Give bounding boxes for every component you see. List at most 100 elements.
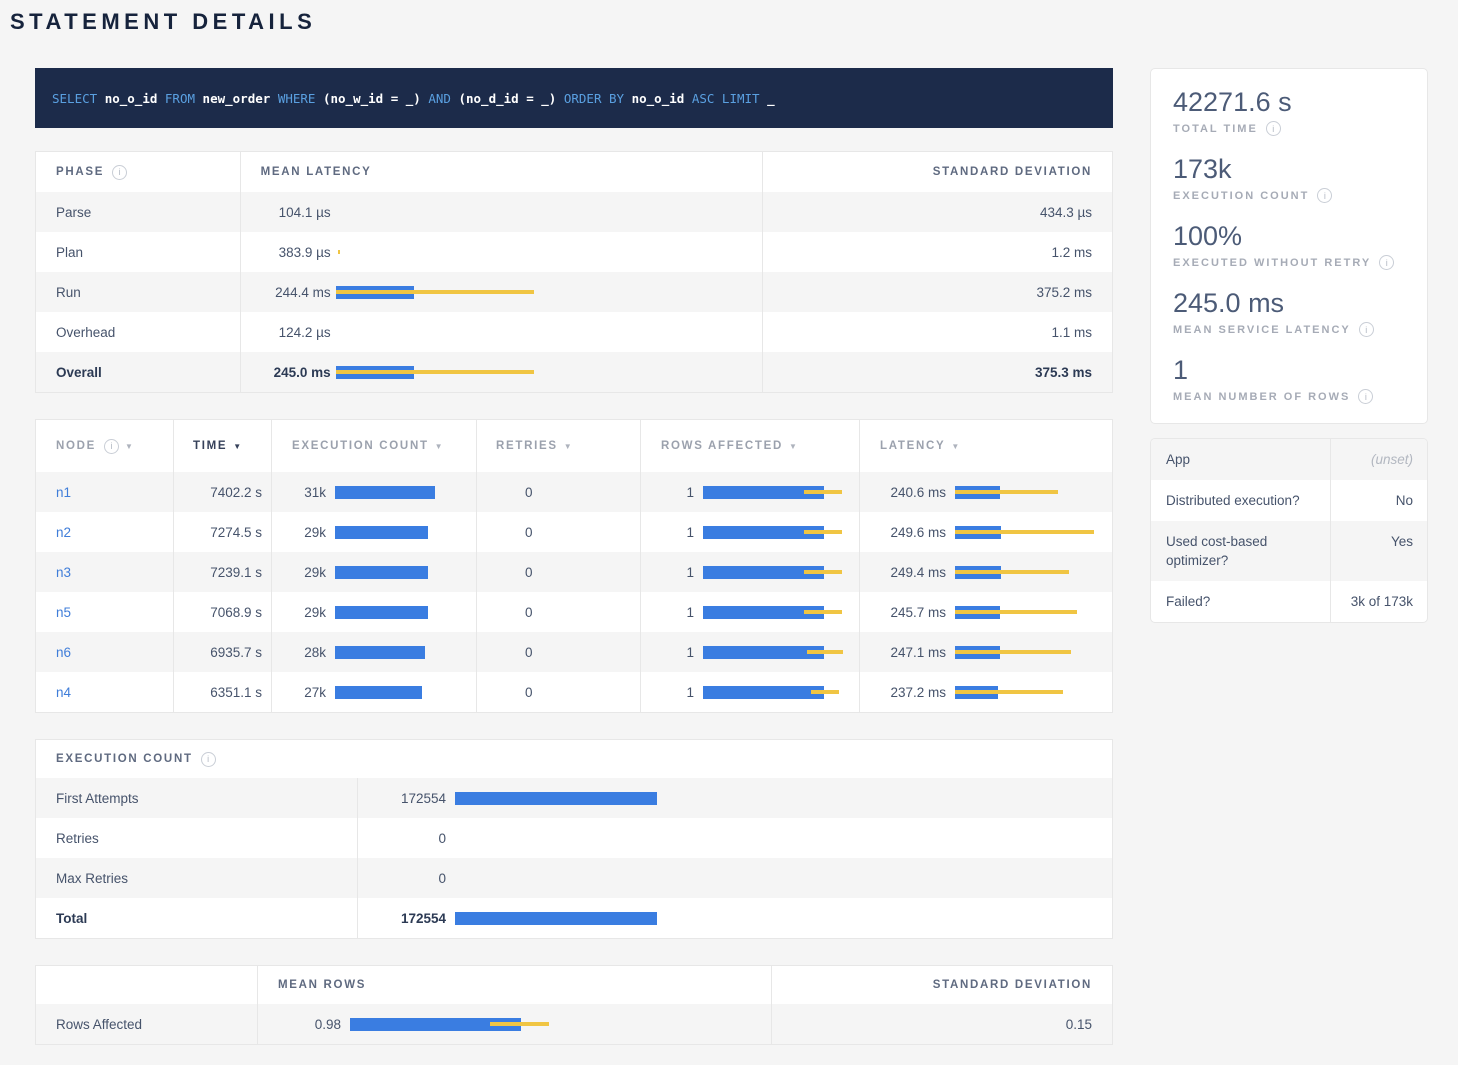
stat-value: 100% (1173, 220, 1407, 252)
stddev-bar (804, 530, 842, 534)
sql-keyword: ASC LIMIT (692, 91, 760, 106)
mean-latency-cell: 383.9 µs (241, 232, 763, 272)
execution-count-row: First Attempts 172554 (36, 778, 1112, 818)
sql-keyword: ORDER BY (564, 91, 624, 106)
retries-column-header[interactable]: RETRIES ▼ (477, 420, 641, 472)
standard-deviation-column-label: STANDARD DEVIATION (933, 166, 1092, 178)
execution-count-cell: 27k (272, 672, 477, 712)
summary-stat: 1MEAN NUMBER OF ROWSi (1173, 354, 1407, 404)
phase-name: Overall (36, 352, 241, 392)
execution-count-value: 29k (292, 525, 326, 540)
info-icon[interactable]: i (1317, 188, 1332, 203)
stat-label: EXECUTED WITHOUT RETRYi (1173, 255, 1407, 270)
stat-label-text: MEAN SERVICE LATENCY (1173, 324, 1351, 336)
sql-keyword: SELECT (52, 91, 97, 106)
execution-count-value: 29k (292, 565, 326, 580)
latency-value: 249.4 ms (880, 565, 946, 580)
row-label: First Attempts (36, 778, 358, 818)
stddev-bar (804, 490, 842, 494)
node-link[interactable]: n1 (56, 485, 71, 500)
property-value: (unset) (1331, 439, 1427, 480)
page-title: STATEMENT DETAILS (0, 0, 1458, 35)
execution-count-column-header[interactable]: EXECUTION COUNT ▼ (272, 420, 477, 472)
stddev-bar (336, 290, 534, 294)
latency-value: 247.1 ms (880, 645, 946, 660)
latency-bar-chart (703, 526, 859, 539)
sort-arrow-icon: ▼ (951, 442, 961, 451)
phase-latency-table: PHASE i MEAN LATENCY STANDARD DEVIATION … (35, 151, 1113, 393)
stddev-value: 434.3 µs (763, 192, 1112, 232)
time-column-header[interactable]: TIME ▼ (174, 420, 272, 472)
mean-bar (703, 686, 824, 699)
stat-label: MEAN SERVICE LATENCY i (1173, 322, 1407, 337)
stddev-bar (490, 1022, 549, 1026)
node-row: n27274.5 s29k01249.6 ms (36, 512, 1112, 552)
sql-keyword: AND (428, 91, 451, 106)
latency-bar-chart (335, 606, 476, 619)
execution-count-title-label: EXECUTION COUNT (56, 753, 193, 765)
node-link[interactable]: n3 (56, 565, 71, 580)
latency-bar-chart (955, 486, 1094, 499)
property-value: 3k of 173k (1331, 581, 1427, 622)
rows-affected-value: 1 (661, 525, 694, 540)
stddev-bar (338, 250, 340, 254)
latency-column-header[interactable]: LATENCY ▼ (860, 420, 1112, 472)
sort-arrow-icon: ▼ (564, 442, 574, 451)
execution-count-row: Max Retries0 (36, 858, 1112, 898)
count-cell: 0 (358, 858, 1112, 898)
property-row: Failed?3k of 173k (1151, 581, 1427, 622)
info-icon[interactable]: i (1358, 389, 1373, 404)
mean-bar (335, 606, 428, 619)
mean-rows-column-header: MEAN ROWS (258, 966, 772, 1004)
latency-bar-chart (703, 566, 859, 579)
stddev-bar (804, 610, 842, 614)
info-icon[interactable]: i (104, 439, 119, 454)
node-link[interactable]: n2 (56, 525, 71, 540)
mean-bar (335, 486, 435, 499)
node-link[interactable]: n5 (56, 605, 71, 620)
execution-count-value: 28k (292, 645, 326, 660)
mean-latency-value: 124.2 µs (261, 325, 331, 340)
property-value: No (1331, 480, 1427, 521)
latency-bar-chart (336, 286, 762, 299)
rows-affected-header-row: MEAN ROWS STANDARD DEVIATION (36, 966, 1112, 1004)
info-icon[interactable]: i (1379, 255, 1394, 270)
sql-identifier: no_o_id (632, 91, 685, 106)
latency-cell: 249.6 ms (860, 512, 1112, 552)
latency-column-label: LATENCY (880, 440, 945, 452)
time-cell: 6935.7 s (174, 632, 272, 672)
property-label: Failed? (1151, 581, 1331, 622)
retries-cell: 0 (477, 472, 641, 512)
count-value: 172554 (378, 791, 446, 806)
info-icon[interactable]: i (1359, 322, 1374, 337)
latency-bar-chart (955, 566, 1094, 579)
execution-count-cell: 28k (272, 632, 477, 672)
node-link[interactable]: n6 (56, 645, 71, 660)
mean-bar (335, 686, 422, 699)
node-column-header[interactable]: NODE i ▼ (36, 420, 174, 472)
sort-arrow-icon: ▼ (125, 442, 135, 451)
time-cell: 7402.2 s (174, 472, 272, 512)
latency-bar-chart (455, 912, 1094, 925)
info-icon[interactable]: i (112, 165, 127, 180)
info-icon[interactable]: i (1266, 121, 1281, 136)
mean-bar (335, 566, 428, 579)
stddev-bar (955, 490, 1058, 494)
rows-affected-cell: 1 (641, 632, 860, 672)
phase-row: Overall245.0 ms375.3 ms (36, 352, 1112, 392)
node-link[interactable]: n4 (56, 685, 71, 700)
info-icon[interactable]: i (201, 752, 216, 767)
stddev-bar (811, 690, 839, 694)
node-cell: n2 (36, 512, 174, 552)
rows-affected-column-header[interactable]: ROWS AFFECTED ▼ (641, 420, 860, 472)
stddev-bar (804, 570, 842, 574)
mean-rows-column-label: MEAN ROWS (278, 979, 366, 991)
count-value: 0 (378, 871, 446, 886)
execution-count-cell: 29k (272, 552, 477, 592)
phase-row: Plan383.9 µs1.2 ms (36, 232, 1112, 272)
phase-row: Overhead124.2 µs1.1 ms (36, 312, 1112, 352)
count-cell: 172554 (358, 898, 1112, 938)
stat-label: TOTAL TIMEi (1173, 121, 1407, 136)
sql-keyword: FROM (165, 91, 195, 106)
sql-identifier: (no_d_id = _) (458, 91, 556, 106)
